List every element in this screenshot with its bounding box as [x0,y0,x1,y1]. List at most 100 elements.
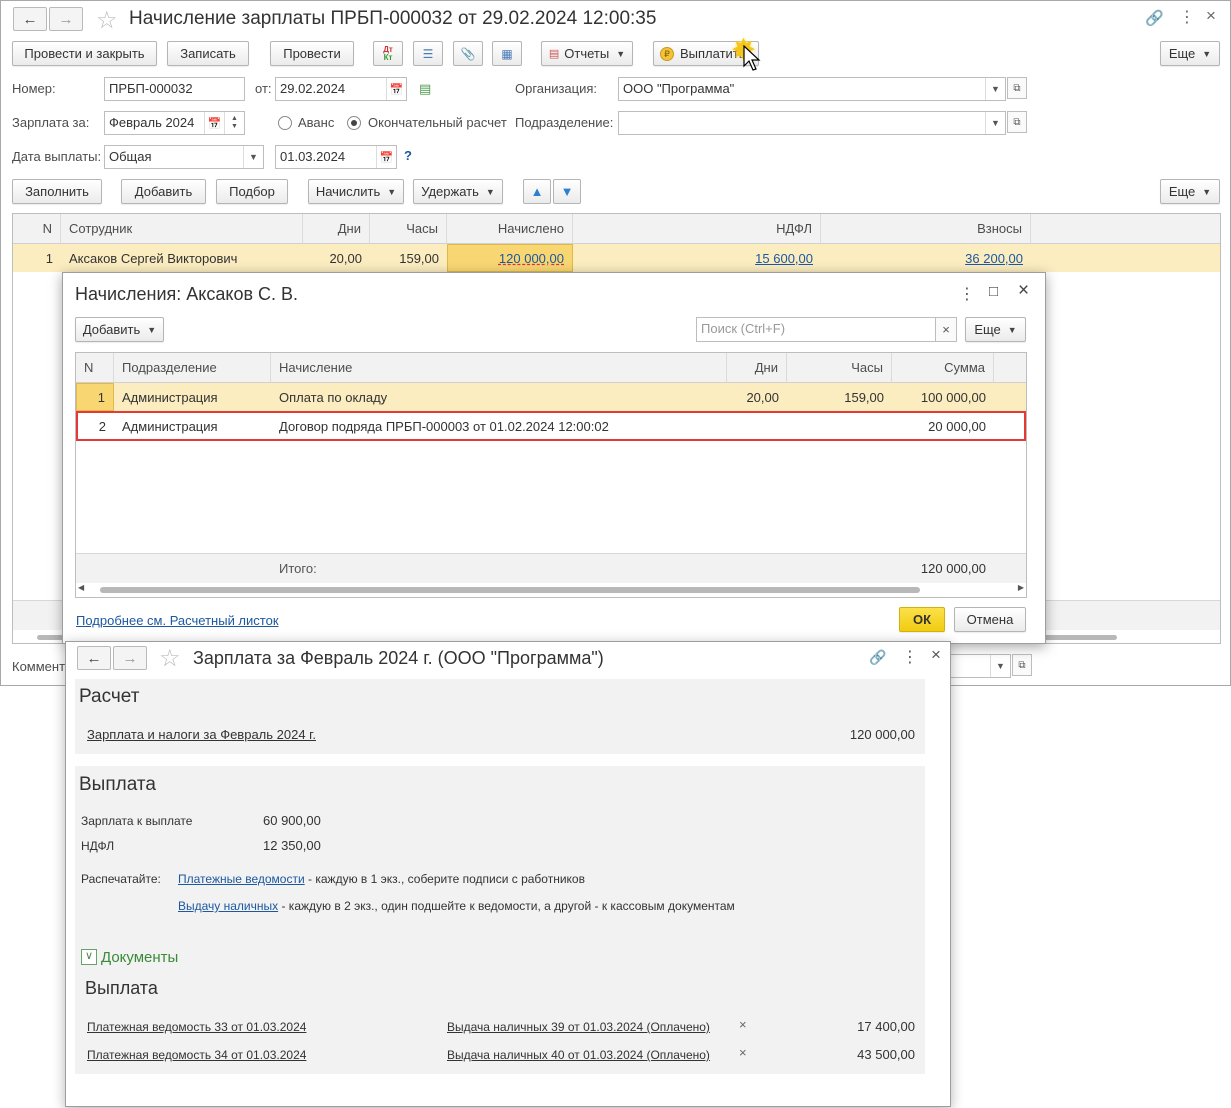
edit-number-icon[interactable]: ▤ [419,81,431,97]
help-icon[interactable]: ? [404,148,412,163]
list-icon[interactable]: ☰ [413,41,443,66]
column-header[interactable]: Подразделение [114,353,271,383]
number-field[interactable]: ПРБП-000032 [104,77,245,101]
cash-issue-link[interactable]: Выдачу наличных [178,899,278,913]
column-header[interactable]: N [76,353,114,383]
advance-radio[interactable] [278,116,292,130]
ok-button[interactable]: ОК [899,607,945,632]
dropdown-icon[interactable]: ▼ [243,146,263,168]
payment-statements-link[interactable]: Платежные ведомости [178,872,305,886]
pay-date-kind-select[interactable]: Общая ▼ [104,145,264,169]
back-button[interactable]: ← [13,7,47,31]
forward-button[interactable]: → [113,646,147,670]
sum-cell[interactable]: 20 000,00 [892,413,994,439]
payslip-link[interactable]: Подробнее см. Расчетный листок [76,613,279,628]
ndfl-cell[interactable]: 15 600,00 [573,244,821,272]
division-cell[interactable]: Администрация [114,413,271,439]
column-header[interactable]: Начисление [271,353,727,383]
forward-button[interactable]: → [49,7,83,31]
hours-cell[interactable]: 159,00 [787,383,892,411]
withhold-button[interactable]: Удержать ▼ [413,179,503,204]
search-input[interactable]: Поиск (Ctrl+F) [696,317,936,342]
favorite-star-icon[interactable]: ☆ [96,6,118,35]
more-vertical-icon[interactable]: ⋮ [959,284,975,304]
column-header[interactable]: НДФЛ [573,214,821,244]
open-division-icon[interactable]: ⧉ [1007,111,1027,133]
move-up-icon[interactable]: ▲ [523,179,551,204]
save-button[interactable]: Записать [167,41,249,66]
dialog-add-button[interactable]: Добавить ▼ [75,317,164,342]
close-icon[interactable]: × [1206,6,1216,26]
days-cell[interactable]: 20,00 [727,383,787,411]
accrual-cell[interactable]: Оплата по окладу [271,383,727,411]
maximize-icon[interactable]: □ [989,283,998,300]
open-organization-icon[interactable]: ⧉ [1007,77,1027,99]
fill-button[interactable]: Заполнить [12,179,102,204]
contributions-cell[interactable]: 36 200,00 [821,244,1031,272]
days-cell[interactable] [727,413,787,439]
division-cell[interactable]: Администрация [114,383,271,411]
pay-date-field[interactable]: 01.03.2024 📅 [275,145,397,169]
accrue-button[interactable]: Начислить ▼ [308,179,404,204]
remove-icon[interactable]: × [739,1017,747,1032]
dropdown-icon[interactable]: ▼ [990,655,1010,677]
cash-issue-doc-link[interactable]: Выдача наличных 39 от 01.03.2024 (Оплаче… [447,1020,710,1034]
calendar-icon[interactable]: 📅 [386,78,406,100]
more-vertical-icon[interactable]: ⋮ [1179,7,1195,27]
date-field[interactable]: 29.02.2024 📅 [275,77,407,101]
organization-field[interactable]: ООО "Программа" ▼ [618,77,1006,101]
salary-period-field[interactable]: Февраль 2024 📅 ▲ ▼ [104,111,245,135]
hours-cell[interactable]: 159,00 [370,244,447,272]
accrued-cell[interactable]: 120 000,00 [447,244,573,272]
open-responsible-icon[interactable]: ⧉ [1012,654,1032,676]
column-header[interactable]: N [13,214,61,244]
close-icon[interactable]: × [931,645,941,665]
table-more-button[interactable]: Еще ▼ [1160,179,1220,204]
more-vertical-icon[interactable]: ⋮ [902,647,918,667]
column-header[interactable]: Начислено [447,214,573,244]
more-button[interactable]: Еще ▼ [1160,41,1220,66]
attachment-icon[interactable]: 📎 [453,41,483,66]
documents-toggle[interactable]: Документы [101,949,178,966]
post-and-close-button[interactable]: Провести и закрыть [12,41,157,66]
horizontal-scrollbar[interactable]: ◀ ▶ [78,583,1024,595]
column-header[interactable]: Сумма [892,353,994,383]
employee-cell[interactable]: Аксаков Сергей Викторович [61,244,303,272]
calendar-icon[interactable]: 📅 [204,112,224,134]
post-button[interactable]: Провести [270,41,354,66]
division-field[interactable]: ▼ [618,111,1006,135]
calendar-icon[interactable]: 📅 [376,146,396,168]
days-cell[interactable]: 20,00 [303,244,370,272]
close-icon[interactable]: × [1018,280,1029,302]
calc-link[interactable]: Зарплата и налоги за Февраль 2024 г. [87,727,316,742]
column-header[interactable]: Сотрудник [61,214,303,244]
dropdown-icon[interactable]: ▼ [985,78,1005,100]
statement-link[interactable]: Платежная ведомость 33 от 01.03.2024 [87,1020,306,1034]
dialog-more-button[interactable]: Еще ▼ [965,317,1026,342]
reports-button[interactable]: ▤ Отчеты ▼ [541,41,633,66]
cancel-button[interactable]: Отмена [954,607,1026,632]
remove-icon[interactable]: × [739,1045,747,1060]
dropdown-icon[interactable]: ▼ [985,112,1005,134]
structure-icon[interactable]: ▦ [492,41,522,66]
accrual-cell[interactable]: Договор подряда ПРБП-000003 от 01.02.202… [271,413,727,439]
cash-issue-doc-link[interactable]: Выдача наличных 40 от 01.03.2024 (Оплаче… [447,1048,710,1062]
spinner-icon[interactable]: ▲ ▼ [224,112,244,134]
table-row[interactable]: 1 Аксаков Сергей Викторович 20,00 159,00… [13,244,1220,272]
column-header[interactable]: Часы [787,353,892,383]
select-button[interactable]: Подбор [216,179,288,204]
sum-cell[interactable]: 100 000,00 [892,383,994,411]
responsible-field[interactable]: ▼ [949,654,1011,678]
back-button[interactable]: ← [77,646,111,670]
hours-cell[interactable] [787,413,892,439]
column-header[interactable]: Взносы [821,214,1031,244]
column-header[interactable]: Дни [303,214,370,244]
table-row[interactable]: 1 Администрация Оплата по окладу 20,00 1… [76,383,1026,411]
favorite-star-icon[interactable]: ☆ [159,644,181,673]
column-header[interactable]: Часы [370,214,447,244]
clear-search-icon[interactable]: × [935,317,957,342]
column-header[interactable]: Дни [727,353,787,383]
move-down-icon[interactable]: ▼ [553,179,581,204]
add-button[interactable]: Добавить [121,179,206,204]
link-icon[interactable]: 🔗 [1145,9,1164,27]
